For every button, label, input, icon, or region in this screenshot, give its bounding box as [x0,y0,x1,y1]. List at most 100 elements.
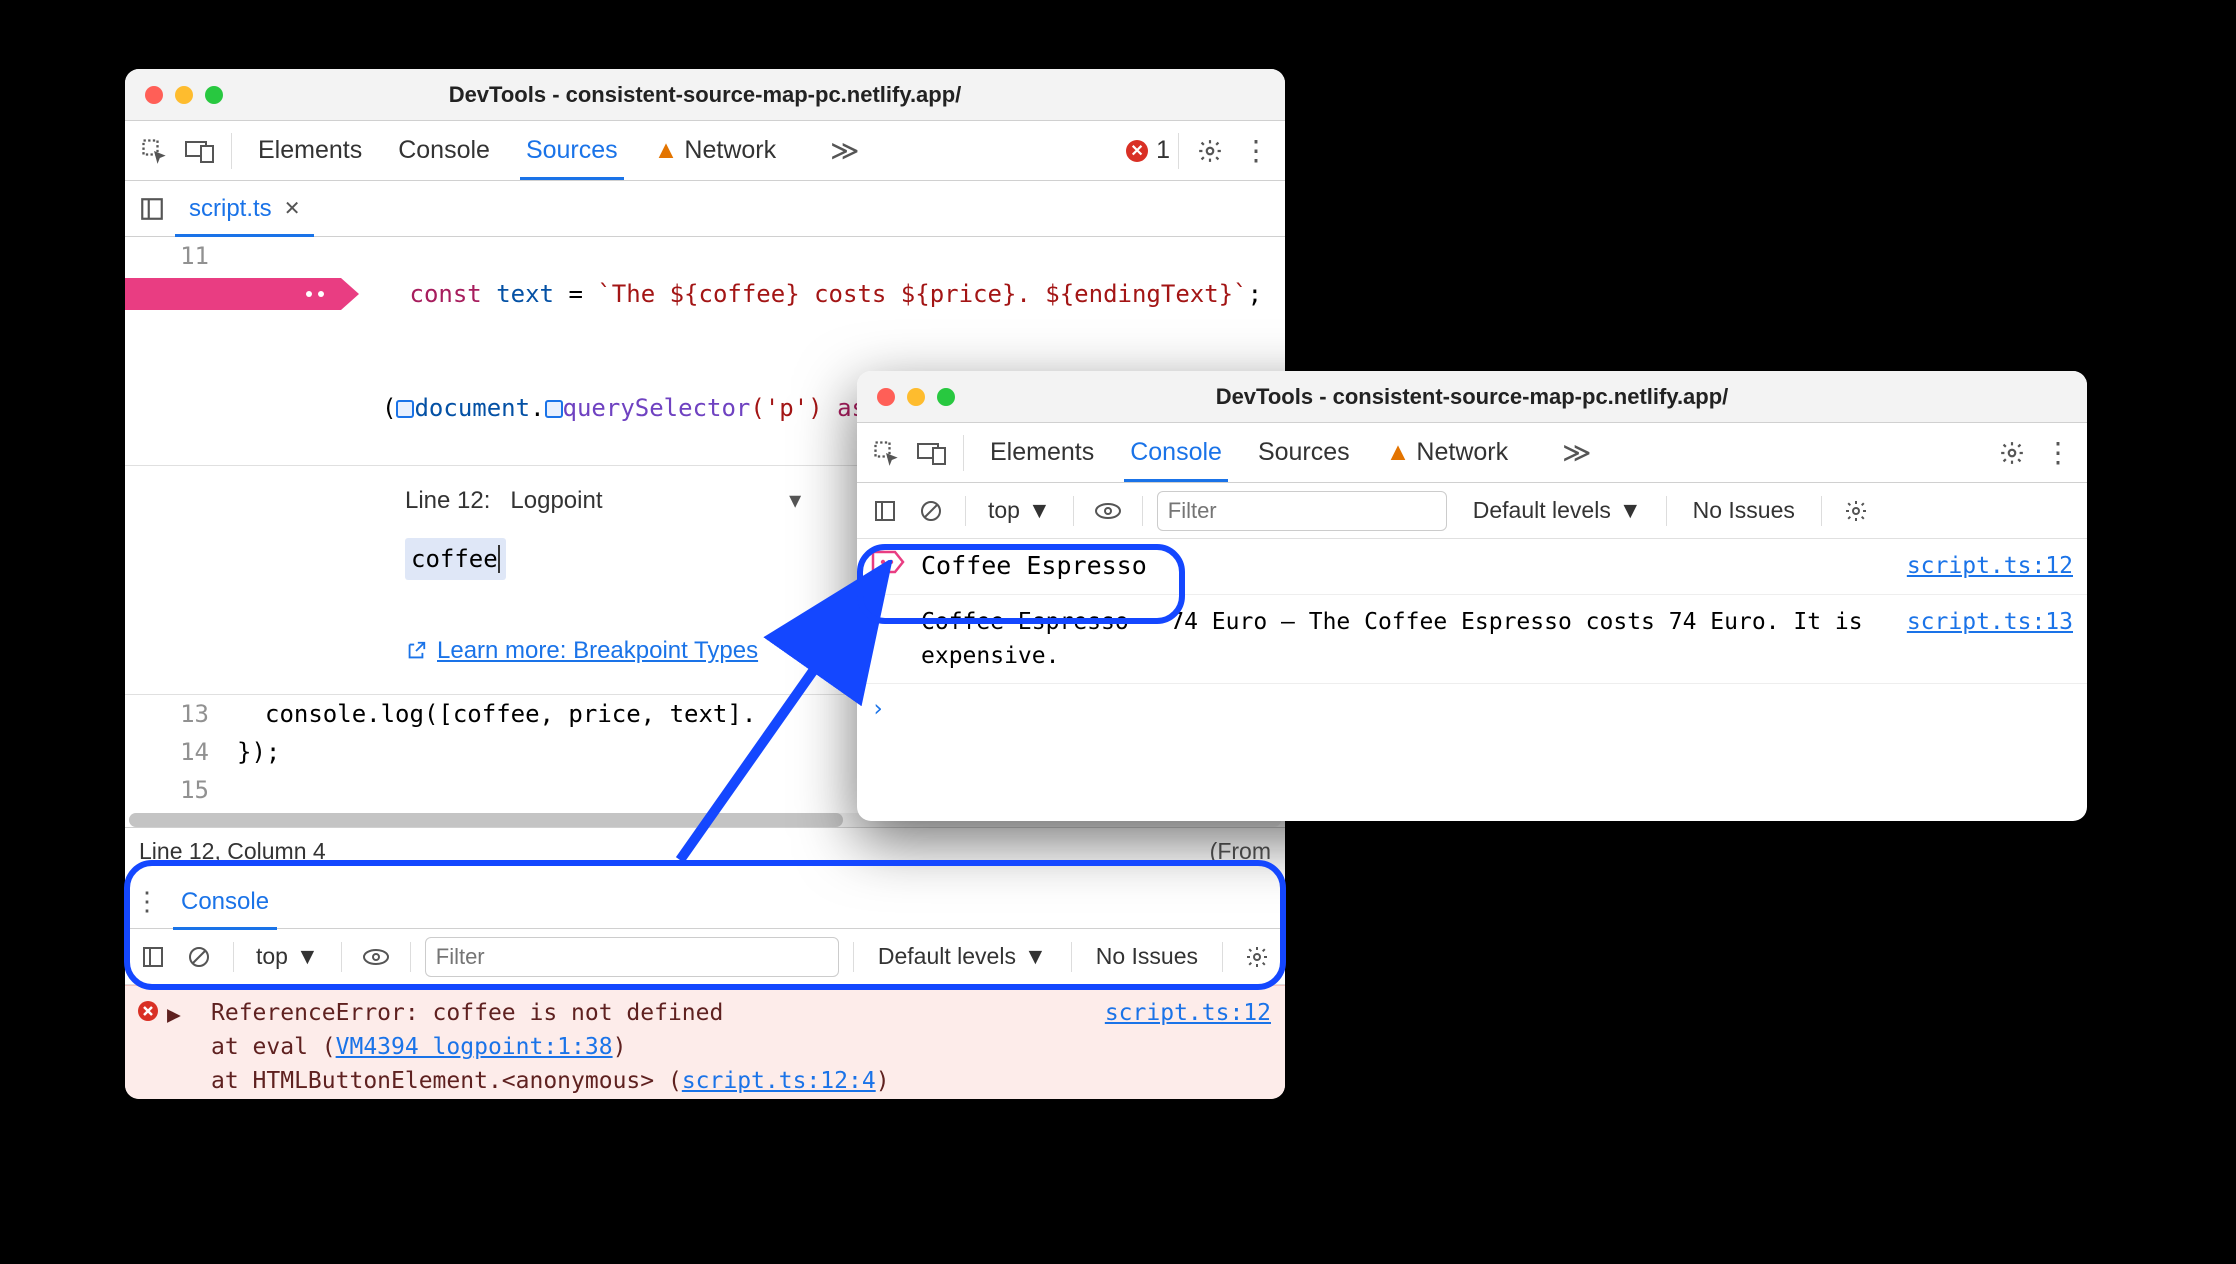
op: = [554,280,597,308]
punct: . [530,394,544,422]
console-output: ▶ script.ts:12 ReferenceError: coffee is… [125,985,1285,1099]
string: ('p') [750,394,822,422]
window-titlebar: DevTools - consistent-source-map-pc.netl… [125,69,1285,121]
scrollbar-thumb[interactable] [129,813,843,827]
tab-sources[interactable]: Sources [522,122,622,179]
levels-label: Default levels [878,943,1016,970]
sidebar-toggle-icon[interactable] [133,937,173,977]
error-title: ReferenceError: coffee is not defined [211,1000,723,1026]
tab-network-label: Network [684,136,776,164]
minimize-window-button[interactable] [907,388,925,406]
drawer-tab-console[interactable]: Console [173,876,277,928]
sidebar-toggle-icon[interactable] [865,491,905,531]
file-tab-script-ts[interactable]: script.ts ✕ [175,195,314,223]
clear-console-icon[interactable] [179,937,219,977]
devtools-window-console: DevTools - consistent-source-map-pc.netl… [857,371,2087,821]
tab-console[interactable]: Console [394,122,494,179]
levels-label: Default levels [1473,497,1611,524]
breakpoint-type-label: Logpoint [510,487,602,514]
console-settings-icon[interactable] [1237,937,1277,977]
chevron-down-icon: ▼ [296,943,319,970]
line-number[interactable]: 14 [125,733,237,771]
tab-network-label: Network [1416,438,1508,466]
warning-icon: ▲ [1386,438,1411,466]
tab-sources[interactable]: Sources [1254,424,1354,481]
settings-icon[interactable] [1189,130,1231,172]
context-selector[interactable]: top ▼ [980,497,1059,524]
stack-link[interactable]: script.ts:12:4 [682,1068,876,1094]
stack-link[interactable]: VM4394 logpoint:1:38 [336,1034,613,1060]
keyword: const [410,280,482,308]
stack-text: ) [613,1034,627,1060]
close-window-button[interactable] [877,388,895,406]
expand-icon[interactable]: ▶ [167,998,181,1032]
source-link[interactable]: script.ts:12 [1907,549,2073,583]
window-title: DevTools - consistent-source-map-pc.netl… [125,82,1285,108]
line-number[interactable]: 13 [125,695,237,733]
traffic-lights [125,86,223,104]
identifier: document [414,394,530,422]
live-expression-icon[interactable] [356,937,396,977]
inspect-element-icon[interactable] [133,130,175,172]
context-label: top [988,497,1020,524]
issues-label[interactable]: No Issues [1681,497,1807,524]
breakpoint-type-dropdown[interactable]: Logpoint ▾ [510,482,801,520]
inspect-element-icon[interactable] [865,432,907,474]
context-label: top [256,943,288,970]
context-selector[interactable]: top ▼ [248,943,327,970]
filter-input[interactable] [425,937,839,977]
status-from: (From [1210,838,1271,865]
tab-console[interactable]: Console [1126,424,1226,481]
stack-text: at HTMLButtonElement.<anonymous> ( [211,1068,682,1094]
kebab-menu-icon[interactable]: ⋮ [1235,130,1277,172]
tab-network[interactable]: ▲Network [650,122,780,179]
console-settings-icon[interactable] [1836,491,1876,531]
file-tab-bar: script.ts ✕ [125,181,1285,237]
more-tabs-icon[interactable]: ≫ [830,134,859,167]
kebab-menu-icon[interactable]: ⋮ [2037,432,2079,474]
clear-console-icon[interactable] [911,491,951,531]
file-tab-label: script.ts [189,195,272,223]
drawer-tab-bar: ⋮ Console [125,875,1285,929]
settings-icon[interactable] [1991,432,2033,474]
logpoint-marker[interactable] [125,275,359,313]
console-error-message: ▶ script.ts:12 ReferenceError: coffee is… [125,985,1285,1099]
minimize-window-button[interactable] [175,86,193,104]
code-text: }); [237,733,280,771]
device-toolbar-icon[interactable] [911,432,953,474]
console-prompt[interactable]: › [857,684,2087,734]
error-count: 1 [1156,136,1170,165]
window-title: DevTools - consistent-source-map-pc.netl… [857,384,2087,410]
close-window-button[interactable] [145,86,163,104]
more-tabs-icon[interactable]: ≫ [1562,436,1591,469]
live-expression-icon[interactable] [1088,491,1128,531]
tab-elements[interactable]: Elements [986,424,1098,481]
tab-elements[interactable]: Elements [254,122,366,179]
log-levels-dropdown[interactable]: Default levels ▼ [868,943,1057,970]
chevron-down-icon: ▼ [1028,497,1051,524]
line-number[interactable]: 12 [125,351,210,465]
editor-status-bar: Line 12, Column 4 (From [125,827,1285,875]
filter-input[interactable] [1157,491,1447,531]
logpoint-badge-icon [871,549,905,575]
zoom-window-button[interactable] [205,86,223,104]
source-link[interactable]: script.ts:12 [1105,996,1271,1030]
panel-tabs: Elements Console Sources ▲Network ≫ [254,122,859,179]
learn-more-text: Learn more: Breakpoint Types [437,632,758,670]
source-link[interactable]: script.ts:13 [1907,605,2073,639]
navigator-toggle-icon[interactable] [129,196,175,222]
error-count-badge[interactable]: ✕ 1 [1126,136,1170,165]
console-toolbar: top ▼ Default levels ▼ No Issues [857,483,2087,539]
punct: ; [1248,280,1262,308]
zoom-window-button[interactable] [937,388,955,406]
drawer-menu-icon[interactable]: ⋮ [133,886,161,917]
issues-label[interactable]: No Issues [1086,943,1208,970]
line-number[interactable]: 15 [125,771,237,809]
tab-network[interactable]: ▲Network [1382,424,1512,481]
logpoint-input-value: coffee [411,545,498,573]
close-icon[interactable]: ✕ [284,196,301,221]
console-log-message: script.ts:13 Coffee Espresso – 74 Euro –… [857,595,2087,684]
device-toolbar-icon[interactable] [179,130,221,172]
chevron-down-icon: ▼ [1024,943,1047,970]
log-levels-dropdown[interactable]: Default levels ▼ [1463,497,1652,524]
